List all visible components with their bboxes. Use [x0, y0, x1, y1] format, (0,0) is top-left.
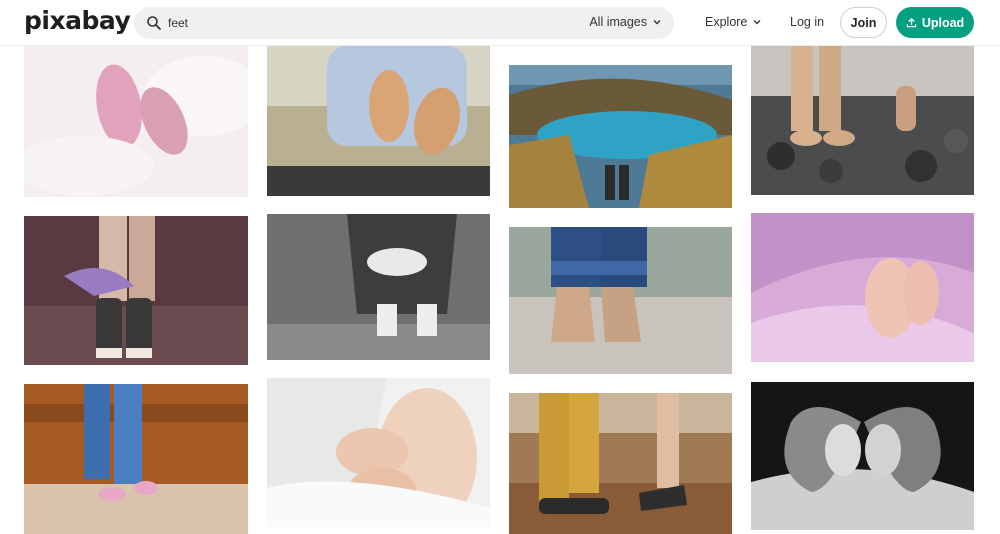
photo-thumbnail[interactable]	[267, 214, 490, 360]
photo-image	[751, 46, 974, 195]
photo-image	[751, 213, 974, 362]
chevron-down-icon	[753, 20, 761, 25]
chevron-down-icon	[653, 20, 661, 25]
photo-image	[24, 216, 248, 365]
photo-thumbnail[interactable]	[509, 227, 732, 374]
upload-icon	[906, 17, 917, 28]
photo-thumbnail[interactable]	[751, 382, 974, 530]
photo-thumbnail[interactable]	[509, 393, 732, 534]
photo-thumbnail[interactable]	[267, 46, 490, 196]
upload-button[interactable]: Upload	[896, 7, 974, 38]
photo-image	[751, 382, 974, 530]
photo-image	[509, 227, 732, 374]
upload-label: Upload	[921, 15, 965, 30]
photo-image	[267, 214, 490, 360]
photo-thumbnail[interactable]	[24, 46, 248, 197]
photo-thumbnail[interactable]	[509, 65, 732, 208]
photo-image	[267, 378, 490, 527]
top-bar: pixabay All images Explore Log in Join U…	[0, 0, 1000, 46]
search-bar[interactable]: All images	[134, 7, 674, 39]
pixabay-logo[interactable]: pixabay	[24, 6, 131, 35]
photo-thumbnail[interactable]	[751, 46, 974, 195]
search-icon	[147, 16, 161, 30]
photo-thumbnail[interactable]	[24, 216, 248, 365]
login-link[interactable]: Log in	[790, 15, 824, 29]
photo-image	[267, 46, 490, 196]
photo-image	[24, 46, 248, 197]
photo-image	[24, 384, 248, 534]
image-type-filter[interactable]: All images	[589, 15, 662, 29]
image-gallery	[0, 46, 1000, 534]
join-button[interactable]: Join	[840, 7, 887, 38]
filter-label: All images	[589, 15, 647, 29]
explore-menu[interactable]: Explore	[705, 15, 762, 29]
photo-thumbnail[interactable]	[24, 384, 248, 534]
photo-thumbnail[interactable]	[267, 378, 490, 527]
photo-thumbnail[interactable]	[751, 213, 974, 362]
search-input[interactable]	[168, 7, 588, 39]
photo-image	[509, 393, 732, 534]
explore-label: Explore	[705, 15, 748, 29]
photo-image	[509, 65, 732, 208]
